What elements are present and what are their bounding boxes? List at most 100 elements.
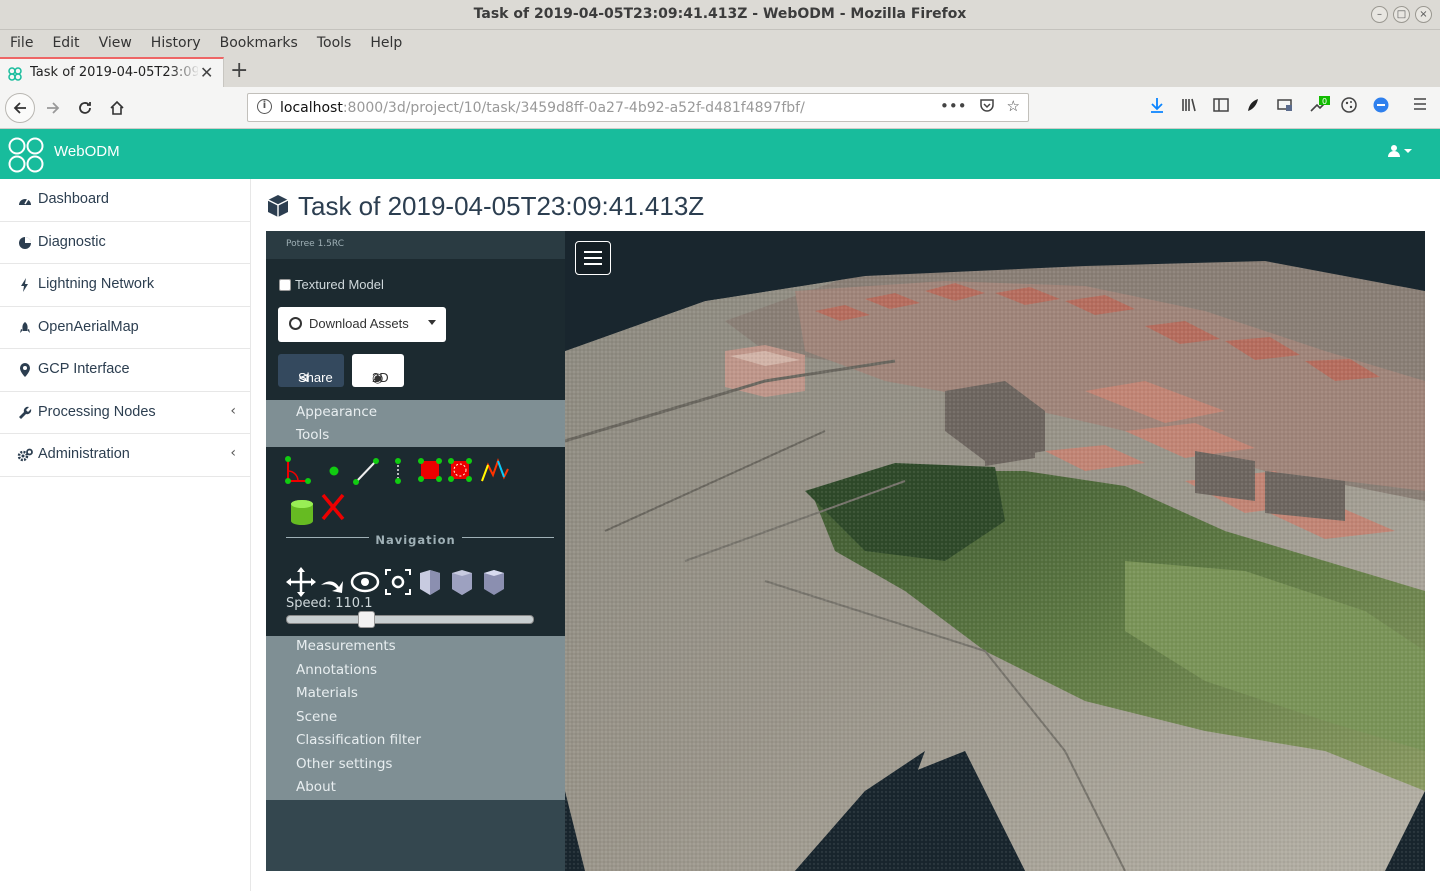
orbit-controls-icon[interactable] (350, 571, 380, 593)
reload-button[interactable] (72, 95, 98, 121)
maximize-button[interactable]: □ (1393, 6, 1410, 23)
rocket-icon (17, 320, 33, 336)
point-cloud-canvas[interactable] (565, 231, 1425, 871)
cube-icon (267, 195, 289, 217)
window-titlebar: Task of 2019-04-05T23:09:41.413Z - WebOD… (0, 0, 1440, 30)
section-annotations[interactable]: Annotations (296, 662, 377, 678)
menu-view[interactable]: View (99, 30, 132, 57)
navigation-toolbar: i localhost:8000/3d/project/10/task/3459… (0, 87, 1440, 129)
profile-tool-icon[interactable] (481, 458, 509, 482)
webodm-header: WebODM (0, 129, 1440, 179)
section-tools[interactable]: Tools (296, 427, 329, 443)
sidebar-item-dashboard[interactable]: Dashboard (0, 179, 250, 222)
site-info-icon[interactable]: i (257, 99, 272, 114)
extension-badge-icon[interactable]: 0 (1308, 96, 1330, 120)
focus-controls-icon[interactable] (385, 569, 411, 595)
sidebar-item-processing-nodes[interactable]: Processing Nodes ‹ (0, 392, 250, 434)
toggle-sidebar-button[interactable] (575, 241, 611, 275)
dashboard-icon (17, 192, 33, 208)
menu-bookmarks[interactable]: Bookmarks (220, 30, 298, 57)
section-appearance[interactable]: Appearance (296, 404, 377, 420)
angle-measure-tool-icon[interactable] (285, 456, 311, 484)
extension-cookie-icon[interactable] (1340, 96, 1358, 118)
library-icon[interactable] (1180, 96, 1198, 118)
remove-all-measurements-icon[interactable] (321, 493, 345, 521)
page-title-row: Task of 2019-04-05T23:09:41.413Z (265, 190, 704, 222)
fly-controls-icon[interactable] (321, 581, 343, 593)
sidebar-item-label: Administration (38, 446, 130, 462)
height-measure-tool-icon[interactable] (395, 458, 401, 484)
section-other-settings[interactable]: Other settings (296, 756, 392, 772)
section-about[interactable]: About (296, 779, 336, 795)
potree-version: Potree 1.5RC (286, 239, 344, 249)
share-button[interactable]: ⊲ Share (278, 354, 344, 387)
point-cloud-render[interactable] (565, 231, 1425, 871)
section-classification-filter[interactable]: Classification filter (296, 732, 421, 748)
menu-history[interactable]: History (151, 30, 201, 57)
bookmark-star-icon[interactable]: ☆ (1007, 97, 1020, 117)
potree-viewer: Potree 1.5RC Textured Model Download Ass… (266, 231, 1425, 871)
point-measure-tool-icon[interactable] (329, 466, 339, 476)
menu-help[interactable]: Help (370, 30, 402, 57)
back-button[interactable] (5, 93, 35, 123)
sidebar: Dashboard Diagnostic Lightning Network O… (0, 179, 251, 891)
sidebar-item-diagnostic[interactable]: Diagnostic (0, 222, 250, 264)
tab-bar: Task of 2019-04-05T23:09:41.413Z - WebOD… (0, 57, 1440, 87)
menu-edit[interactable]: Edit (52, 30, 79, 57)
textured-model-label[interactable]: Textured Model (295, 277, 384, 292)
extension-feather-icon[interactable] (1244, 96, 1262, 118)
url-text[interactable]: localhost:8000/3d/project/10/task/3459d8… (280, 100, 805, 116)
sidebar-item-administration[interactable]: Administration ‹ (0, 434, 250, 477)
hamburger-menu-icon[interactable] (1412, 96, 1428, 116)
view-front-icon[interactable] (452, 570, 472, 595)
section-measurements[interactable]: Measurements (296, 638, 396, 654)
potree-sidebar: Potree 1.5RC Textured Model Download Ass… (266, 231, 565, 871)
page-title: Task of 2019-04-05T23:09:41.413Z (298, 190, 705, 221)
speed-slider-handle[interactable] (358, 611, 376, 628)
brand-name[interactable]: WebODM (54, 143, 120, 160)
webodm-logo-icon[interactable] (8, 137, 44, 173)
sidebar-item-gcp-interface[interactable]: GCP Interface (0, 349, 250, 392)
pocket-icon[interactable] (979, 97, 995, 117)
speed-slider[interactable] (286, 611, 534, 628)
download-circle-icon (289, 317, 302, 330)
view-left-icon[interactable] (420, 570, 440, 595)
home-button[interactable] (104, 95, 130, 121)
extension-blue-icon[interactable] (1372, 96, 1390, 118)
close-window-button[interactable]: × (1415, 6, 1432, 23)
menu-file[interactable]: File (10, 30, 33, 57)
speed-label: Speed: 110.1 (286, 596, 373, 611)
textured-model-checkbox[interactable] (279, 279, 291, 291)
downloads-icon[interactable] (1148, 96, 1166, 118)
view-top-icon[interactable] (484, 570, 504, 595)
chevron-left-icon: ‹ (230, 445, 236, 461)
volume-measure-tool-icon[interactable] (448, 458, 472, 482)
chevron-left-icon: ‹ (230, 402, 236, 419)
forward-button[interactable] (40, 95, 66, 121)
sidebar-item-label: OpenAerialMap (38, 318, 139, 335)
sidebar-item-label: Dashboard (38, 191, 109, 207)
bolt-icon (17, 277, 33, 293)
sidebar-item-openaerialmap[interactable]: OpenAerialMap (0, 307, 250, 349)
pie-chart-icon (17, 235, 33, 251)
page-actions-icon[interactable]: ••• (940, 97, 967, 117)
menu-tools[interactable]: Tools (317, 30, 352, 57)
new-tab-button[interactable]: + (230, 58, 248, 83)
minimize-button[interactable]: – (1371, 6, 1388, 23)
sidebar-toggle-icon[interactable] (1212, 96, 1230, 118)
extension-screen-icon[interactable] (1276, 96, 1294, 118)
view-2d-button[interactable]: ◉ 2D (352, 354, 404, 387)
sidebar-item-lightning-network[interactable]: Lightning Network (0, 264, 250, 307)
download-assets-button[interactable]: Download Assets (278, 307, 446, 342)
clip-volume-tool-icon[interactable] (291, 500, 313, 525)
section-materials[interactable]: Materials (296, 685, 358, 701)
sidebar-item-label: GCP Interface (38, 361, 130, 377)
browser-tab[interactable]: Task of 2019-04-05T23:09:41.413Z - WebOD… (0, 57, 224, 87)
map-marker-icon (17, 362, 33, 378)
user-menu[interactable] (1388, 144, 1412, 162)
tab-close-icon[interactable]: ✕ (200, 63, 213, 82)
area-measure-tool-icon[interactable] (418, 458, 442, 482)
distance-measure-tool-icon[interactable] (353, 458, 379, 485)
url-bar[interactable]: i localhost:8000/3d/project/10/task/3459… (247, 93, 1029, 122)
section-scene[interactable]: Scene (296, 709, 337, 725)
